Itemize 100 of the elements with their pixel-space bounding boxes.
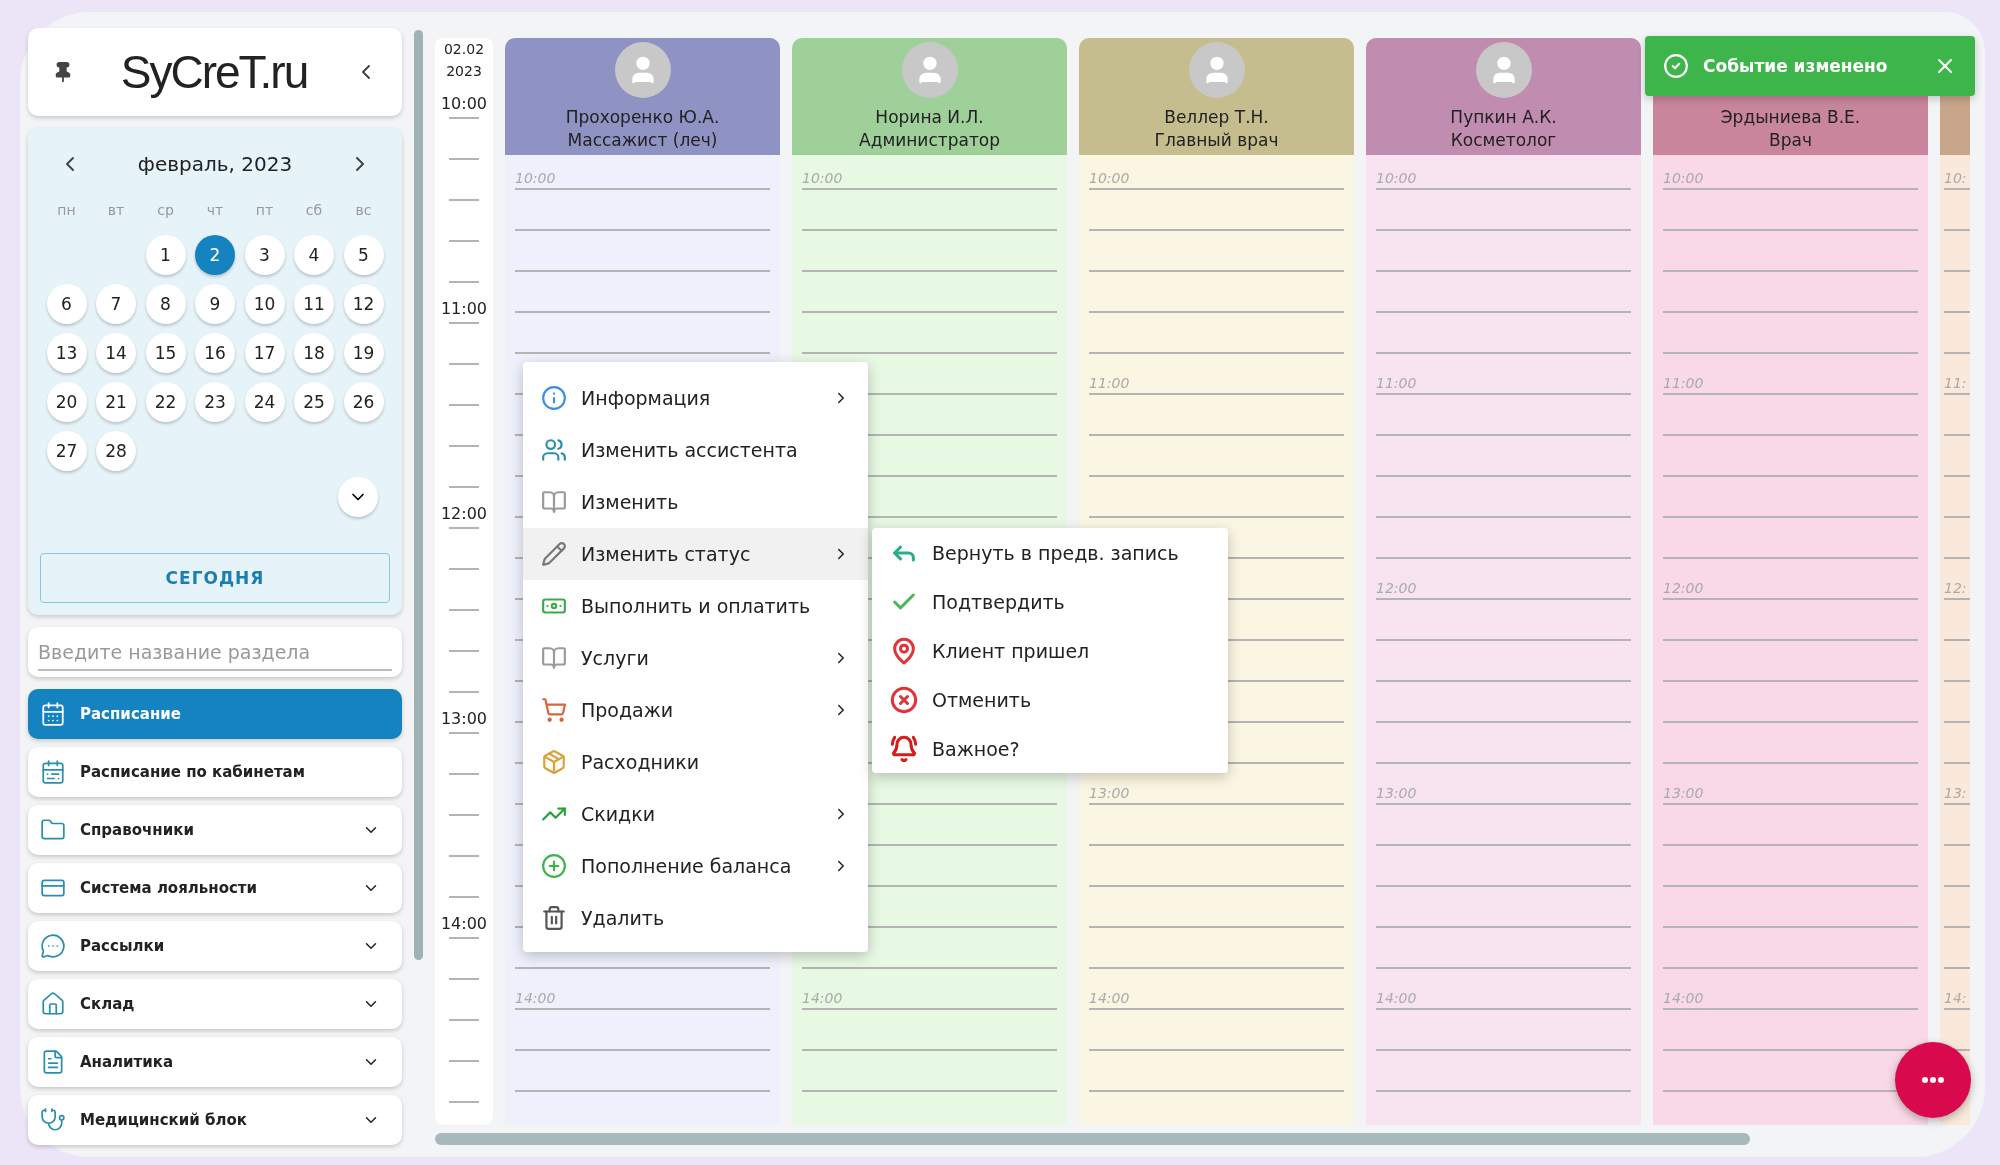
menu-item[interactable]: Изменить — [523, 476, 868, 528]
calendar-day[interactable]: 12 — [343, 283, 384, 324]
stethoscope-icon — [40, 1107, 66, 1133]
menu-item[interactable]: Клиент пришел — [872, 626, 1228, 675]
toast-message: Событие изменено — [1703, 56, 1889, 76]
staff-role: Администратор — [859, 129, 1000, 152]
calendar-icon — [40, 759, 66, 785]
slot-time: 13:00 — [1663, 785, 1705, 801]
search-field[interactable]: Введите название раздела — [28, 627, 402, 677]
calendar-day[interactable]: 18 — [294, 332, 334, 373]
calendar-day[interactable]: 5 — [343, 234, 384, 275]
menu-item[interactable]: Изменить ассистента — [523, 424, 868, 476]
calendar-day[interactable]: 10 — [244, 283, 285, 324]
slot-time: 10: — [1944, 170, 1968, 186]
menu-item[interactable]: Услуги — [523, 632, 868, 684]
menu-item[interactable]: Продажи — [523, 684, 868, 736]
menu-item[interactable]: Отменить — [872, 675, 1228, 724]
more-icon — [1922, 1077, 1944, 1083]
nav-item[interactable]: Склад — [28, 979, 402, 1029]
staff-name: Эрдыниева В.Е. — [1720, 106, 1861, 129]
year-label: 2023 — [446, 62, 482, 81]
check-icon — [1663, 53, 1689, 79]
calendar-day[interactable]: 6 — [46, 283, 87, 324]
calendar-day[interactable]: 2 — [195, 234, 235, 275]
nav-item[interactable]: Рассылки — [28, 921, 402, 971]
trash-icon — [541, 905, 567, 931]
calendar-day[interactable]: 13 — [46, 332, 87, 373]
staff-role: Массажист (леч) — [567, 129, 718, 152]
menu-item[interactable]: Скидки — [523, 788, 868, 840]
scrollbar[interactable] — [414, 30, 423, 960]
book-icon — [541, 489, 567, 515]
staff-name: Пупкин А.К. — [1450, 106, 1557, 129]
calendar-day[interactable]: 27 — [46, 430, 87, 471]
staff-name: Веллер Т.Н. — [1164, 106, 1269, 129]
pencil-icon — [541, 541, 567, 567]
weekday-label: вс — [354, 200, 373, 220]
today-button[interactable]: СЕГОДНЯ — [40, 553, 390, 604]
calendar-day[interactable]: 7 — [96, 283, 136, 324]
slot-time: 14: — [1944, 990, 1968, 1006]
calendar-day[interactable]: 1 — [145, 234, 186, 275]
calendar-day[interactable]: 26 — [343, 381, 384, 422]
cart-icon — [541, 697, 567, 723]
calendar-day[interactable]: 24 — [244, 381, 285, 422]
calendar-day[interactable]: 15 — [145, 332, 186, 373]
hour-label: 13:00 — [440, 709, 488, 728]
slot-time: 10:00 — [515, 170, 557, 186]
calendar-day[interactable]: 17 — [244, 332, 285, 373]
logo: SyCreT.ru — [120, 44, 308, 99]
calendar-day[interactable]: 11 — [294, 283, 334, 324]
calendar-day[interactable]: 22 — [145, 381, 186, 422]
calendar-day[interactable]: 21 — [96, 381, 136, 422]
slot-time: 12:00 — [1663, 580, 1705, 596]
slot-time: 11:00 — [1663, 375, 1705, 391]
plus-icon — [541, 853, 567, 879]
nav-item[interactable]: Расписание по кабинетам — [28, 747, 402, 797]
cancel-icon — [890, 685, 918, 714]
calendar-day[interactable]: 16 — [195, 332, 235, 373]
calendar-day[interactable]: 20 — [46, 381, 87, 422]
menu-item[interactable]: Выполнить и оплатить — [523, 580, 868, 632]
weekday-label: вт — [106, 200, 126, 220]
staff-name: Прохоренко Ю.А. — [565, 106, 720, 129]
menu-item[interactable]: Информация — [523, 372, 868, 424]
calendar-day[interactable]: 23 — [195, 381, 235, 422]
nav-item[interactable]: Аналитика — [28, 1037, 402, 1087]
menu-item[interactable]: Изменить статус — [523, 528, 868, 580]
calendar-day[interactable]: 8 — [145, 283, 186, 324]
scrollbar[interactable] — [435, 1133, 1750, 1145]
calendar-day[interactable]: 19 — [343, 332, 384, 373]
slot-time: 14:00 — [1376, 990, 1418, 1006]
weekday-label: пт — [254, 200, 275, 220]
weekday-label: пн — [56, 200, 77, 220]
slot-time: 12: — [1944, 580, 1968, 596]
staff-name: Норина И.Л. — [875, 106, 984, 129]
calendar-day[interactable]: 4 — [294, 234, 334, 275]
slot-time: 13:00 — [1089, 785, 1131, 801]
calendar-day[interactable]: 28 — [96, 430, 136, 471]
menu-item[interactable]: Удалить — [523, 892, 868, 944]
menu-item[interactable]: Пополнение баланса — [523, 840, 868, 892]
staff-role: Косметолог — [1450, 129, 1557, 152]
weekday-label: чт — [205, 200, 225, 220]
package-icon — [541, 749, 567, 775]
menu-item[interactable]: Расходники — [523, 736, 868, 788]
calendar-day[interactable]: 25 — [294, 381, 334, 422]
users-icon — [541, 437, 567, 463]
calendar-day[interactable]: 14 — [96, 332, 136, 373]
book-icon — [541, 645, 567, 671]
slot-time: 10:00 — [802, 170, 844, 186]
nav-item[interactable]: Расписание — [28, 689, 402, 739]
pin-icon — [890, 636, 918, 665]
slot-time: 11: — [1944, 375, 1968, 391]
calendar-day[interactable]: 9 — [195, 283, 235, 324]
nav-item[interactable]: Медицинский блок — [28, 1095, 402, 1145]
menu-item[interactable]: Подтвердить — [872, 577, 1228, 626]
menu-item[interactable]: Вернуть в предв. запись — [872, 528, 1228, 577]
menu-item[interactable]: Важное? — [872, 724, 1228, 773]
nav-item[interactable]: Справочники — [28, 805, 402, 855]
calendar-day[interactable]: 3 — [244, 234, 285, 275]
slot-time: 14:00 — [802, 990, 844, 1006]
nav-item[interactable]: Система лояльности — [28, 863, 402, 913]
slot-time: 13:00 — [1376, 785, 1418, 801]
